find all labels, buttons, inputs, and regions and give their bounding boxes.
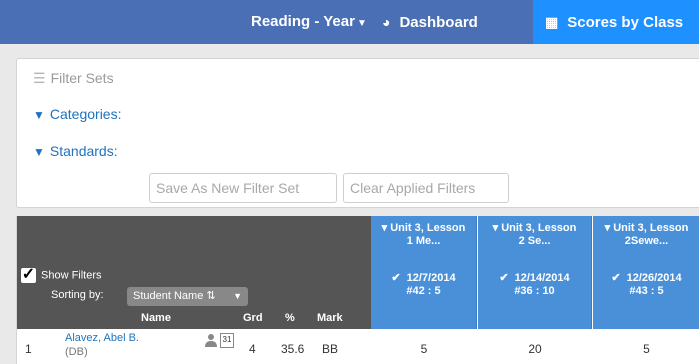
mark-cell: BB [322, 342, 339, 356]
standards-label: Standards: [49, 143, 118, 159]
assignment-date: 12/26/2014 [626, 272, 682, 284]
assignment-title-line2: 2 Se... [518, 235, 551, 247]
caret-down-icon: ▾ [604, 222, 614, 234]
categories-label: Categories: [49, 106, 122, 122]
table-icon: ▦ [545, 14, 559, 30]
list-icon: ☰ [33, 70, 46, 86]
assignment-header[interactable]: ▾ Unit 3, Lesson 2Sewe... ✔ 12/26/2014 #43 … [593, 216, 699, 329]
assignment-title-line2: 1 Me... [406, 235, 441, 247]
filter-sets-toggle[interactable]: ☰ Filter Sets [33, 70, 114, 87]
filter-sets-label: Filter Sets [50, 70, 114, 86]
table-header-left: ✓ Show Filters Sorting by: Student Name ⇅… [17, 216, 371, 329]
clear-filters-button[interactable]: Clear Applied Filters [343, 173, 509, 203]
caret-down-icon: ▼ [356, 18, 367, 29]
percent-cell: 35.6 [281, 342, 305, 356]
standards-filter[interactable]: ▼ Standards: [33, 143, 118, 159]
assignment-title-line1: Unit 3, Lesson [390, 222, 466, 234]
sort-az-icon: ⇅ [203, 290, 216, 302]
year-dropdown-label: Reading - Year [251, 13, 355, 30]
show-filters-checkbox[interactable]: ✓ Show Filters [21, 266, 102, 283]
assignment-date: 12/14/2014 [514, 272, 570, 284]
sort-select-value: Student Name [133, 290, 204, 302]
scores-table: ✓ Show Filters Sorting by: Student Name ⇅… [16, 216, 699, 364]
assignment-header[interactable]: ▾ Unit 3, Lesson 2 Se... ✔ 12/14/2014 #36 :… [478, 216, 592, 329]
scores-by-class-tab[interactable]: ▦ Scores by Class [533, 0, 699, 44]
student-subtext: (DB) [65, 346, 88, 358]
check-icon: ✔ [391, 272, 401, 284]
check-icon: ✔ [499, 272, 509, 284]
calendar-icon[interactable]: 31 [220, 333, 234, 348]
table-row: 1 Alavez, Abel B. (DB) 31 4 35.6 BB 5 20… [17, 329, 699, 364]
assignment-title-line1: Unit 3, Lesson [613, 222, 689, 234]
assignment-code: #43 : 5 [629, 285, 664, 297]
sort-select[interactable]: Student Name ⇅ ▼ [127, 287, 248, 306]
column-header-mark[interactable]: Mark [317, 312, 343, 324]
assignment-header[interactable]: ▾ Unit 3, Lesson 1 Me... ✔ 12/7/2014 #42 : … [371, 216, 477, 329]
save-filter-set-button[interactable]: Save As New Filter Set [149, 173, 337, 203]
checkmark-icon: ✓ [21, 266, 36, 283]
score-cell[interactable]: 20 [478, 342, 592, 356]
caret-down-icon: ▾ [381, 222, 391, 234]
funnel-icon: ▼ [33, 145, 45, 159]
assignment-date: 12/7/2014 [406, 272, 456, 284]
sorting-by-label: Sorting by: [51, 289, 104, 301]
categories-filter[interactable]: ▼ Categories: [33, 106, 121, 122]
row-index: 1 [25, 342, 32, 356]
dashboard-tab-label: Dashboard [399, 14, 478, 31]
column-header-pct[interactable]: % [285, 312, 295, 324]
show-filters-label: Show Filters [41, 269, 102, 282]
score-cell[interactable]: 5 [593, 342, 699, 356]
person-icon[interactable] [205, 333, 217, 347]
caret-down-icon: ▼ [233, 291, 242, 301]
funnel-icon: ▼ [33, 108, 45, 122]
assignment-title-line2: 2Sewe... [624, 235, 669, 247]
grade-cell: 4 [249, 342, 256, 356]
assignment-code: #42 : 5 [406, 285, 441, 297]
assignment-code: #36 : 10 [514, 285, 555, 297]
scores-tab-label: Scores by Class [567, 14, 684, 31]
top-navbar: Reading - Year ▼ ◕ Dashboard ▦ Scores by Cl… [0, 0, 699, 44]
column-header-grd[interactable]: Grd [243, 312, 263, 324]
dashboard-tab[interactable]: ◕ Dashboard [382, 0, 478, 44]
year-dropdown[interactable]: Reading - Year ▼ [251, 0, 367, 44]
column-header-name[interactable]: Name [141, 312, 171, 324]
assignment-title-line1: Unit 3, Lesson [501, 222, 577, 234]
score-cell[interactable]: 5 [371, 342, 477, 356]
check-icon: ✔ [611, 272, 621, 284]
dashboard-gauge-icon: ◕ [382, 14, 391, 30]
filter-panel: ☰ Filter Sets ▼ Categories: ▼ Standards: Sa… [16, 58, 699, 208]
caret-down-icon: ▾ [492, 222, 502, 234]
student-name-link[interactable]: Alavez, Abel B. [65, 332, 139, 344]
